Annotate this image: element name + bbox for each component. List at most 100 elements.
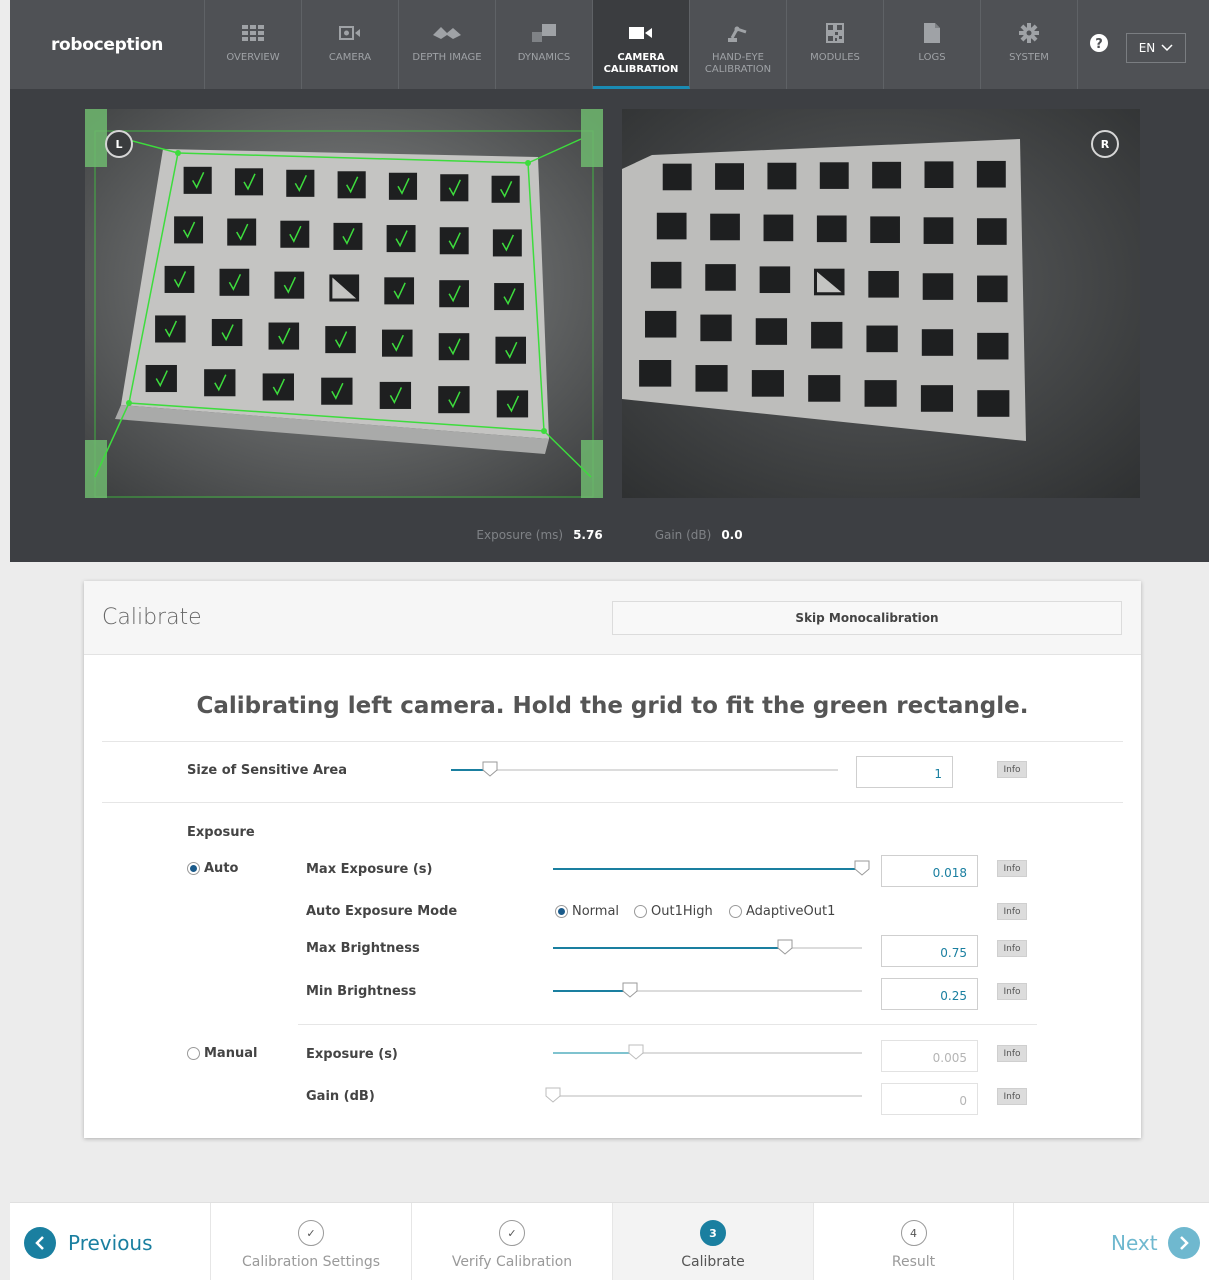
nav-camera-calibration[interactable]: CAMERA CALIBRATION: [593, 0, 690, 89]
next-label: Next: [1111, 1231, 1158, 1255]
manual-exposure-input[interactable]: 0.005: [881, 1040, 978, 1072]
radio-label: Manual: [204, 1046, 258, 1061]
nav-camera[interactable]: CAMERA: [302, 0, 399, 89]
max-exposure-slider[interactable]: [553, 860, 870, 876]
gain-value: 0.0: [721, 528, 743, 542]
sensitive-area-info-button[interactable]: Info: [997, 761, 1027, 778]
board-square: [494, 283, 524, 311]
board-square: [977, 390, 1010, 417]
language-label: EN: [1138, 41, 1156, 55]
slider-thumb[interactable]: [482, 761, 498, 777]
board-square: [227, 218, 257, 246]
exposure-readout: Exposure (ms) 5.76 Gain (dB) 0.0: [10, 528, 1209, 542]
nav-label: DEPTH IMAGE: [412, 52, 482, 63]
manual-gain-slider[interactable]: [545, 1087, 862, 1103]
board-square: [923, 217, 954, 244]
slider-thumb[interactable]: [854, 860, 870, 876]
help-button[interactable]: ?: [1078, 0, 1120, 89]
next-button[interactable]: Next: [1111, 1227, 1200, 1259]
board-square: [976, 218, 1007, 245]
manual-exposure-label: Exposure (s): [306, 1047, 398, 1062]
manual-exposure-info-button[interactable]: Info: [997, 1045, 1027, 1062]
auto-exposure-radio[interactable]: Auto: [187, 861, 238, 876]
board-square: [440, 174, 469, 202]
manual-gain-label: Gain (dB): [306, 1089, 375, 1104]
nav-dynamics[interactable]: DYNAMICS: [496, 0, 593, 89]
max-brightness-info-button[interactable]: Info: [997, 940, 1027, 957]
board-square: [811, 321, 843, 349]
board-square: [496, 390, 529, 418]
nav-overview[interactable]: OVERVIEW: [205, 0, 302, 89]
mode-adaptiveout1-radio[interactable]: AdaptiveOut1: [729, 904, 835, 919]
nav-depth-image[interactable]: DEPTH IMAGE: [399, 0, 496, 89]
manual-gain-info-button[interactable]: Info: [997, 1088, 1027, 1105]
board-square: [715, 163, 744, 190]
mode-normal-radio[interactable]: Normal: [555, 904, 619, 919]
manual-exposure-slider[interactable]: [553, 1044, 862, 1060]
step-calibration-settings[interactable]: ✓ Calibration Settings: [210, 1203, 411, 1280]
nav-label: LOGS: [918, 52, 946, 63]
slider-thumb[interactable]: [777, 939, 793, 955]
sensitive-area-slider[interactable]: [451, 761, 838, 777]
brand-logo[interactable]: roboception: [10, 0, 205, 89]
manual-exposure-radio[interactable]: Manual: [187, 1046, 257, 1061]
board-square: [211, 318, 243, 347]
board-square: [491, 175, 520, 203]
slider-fill: [553, 990, 631, 992]
board-square: [384, 277, 415, 305]
previous-button[interactable]: Previous: [24, 1227, 153, 1259]
exposure-mode-info-button[interactable]: Info: [997, 903, 1027, 920]
manual-gain-input[interactable]: 0: [881, 1083, 978, 1115]
sensitive-area-input[interactable]: 1: [856, 756, 953, 788]
step-result[interactable]: 4 Result: [813, 1203, 1014, 1280]
step-verify-calibration[interactable]: ✓ Verify Calibration: [411, 1203, 612, 1280]
min-brightness-input[interactable]: 0.25: [881, 978, 978, 1010]
wizard-stepper: Previous ✓ Calibration Settings ✓ Verify…: [10, 1202, 1209, 1280]
nav-system[interactable]: SYSTEM: [981, 0, 1078, 89]
radio-dot: [187, 862, 200, 875]
radio-label: Auto: [204, 861, 239, 876]
max-exposure-info-button[interactable]: Info: [997, 860, 1027, 877]
left-camera-badge: L: [105, 130, 133, 158]
board-square: [656, 212, 687, 240]
board-square: [922, 273, 954, 300]
language-dropdown[interactable]: EN: [1126, 33, 1186, 63]
nav-label: OVERVIEW: [226, 52, 280, 63]
min-brightness-info-button[interactable]: Info: [997, 983, 1027, 1000]
board-square: [864, 380, 897, 407]
step-number: 4: [900, 1220, 927, 1246]
nav-hand-eye-calibration[interactable]: HAND-EYE CALIBRATION: [690, 0, 787, 89]
step-label: Calibration Settings: [241, 1254, 381, 1270]
nav-modules[interactable]: MODULES: [787, 0, 884, 89]
card-title: Calibrate: [102, 605, 202, 630]
camera-icon: [339, 22, 361, 44]
board-square: [977, 332, 1009, 360]
slider-thumb[interactable]: [545, 1087, 561, 1103]
board-square: [495, 336, 527, 364]
max-exposure-label: Max Exposure (s): [306, 862, 433, 877]
skip-monocalibration-button[interactable]: Skip Monocalibration: [612, 601, 1122, 635]
radio-label: Out1High: [651, 904, 713, 919]
max-brightness-slider[interactable]: [553, 939, 862, 955]
auto-exposure-mode-label: Auto Exposure Mode: [306, 904, 458, 919]
board-square: [183, 166, 212, 194]
board-square: [145, 364, 177, 393]
board-square: [286, 169, 315, 197]
step-calibrate[interactable]: 3 Calibrate: [612, 1203, 813, 1280]
board-square: [759, 266, 791, 294]
slider-thumb[interactable]: [628, 1044, 644, 1060]
mode-out1high-radio[interactable]: Out1High: [634, 904, 713, 919]
max-exposure-input[interactable]: 0.018: [881, 855, 978, 887]
calibrate-card: Calibrate Skip Monocalibration Calibrati…: [84, 581, 1141, 1138]
nav-logs[interactable]: LOGS: [884, 0, 981, 89]
slider-thumb[interactable]: [622, 982, 638, 998]
board-square: [268, 322, 300, 350]
board-square: [976, 160, 1006, 188]
grid-icon: [242, 22, 264, 44]
gear-icon: [1019, 22, 1039, 44]
document-icon: [924, 22, 940, 44]
board-square: [234, 168, 264, 196]
min-brightness-slider[interactable]: [553, 982, 862, 998]
max-brightness-input[interactable]: 0.75: [881, 935, 978, 967]
board-square: [386, 225, 416, 253]
